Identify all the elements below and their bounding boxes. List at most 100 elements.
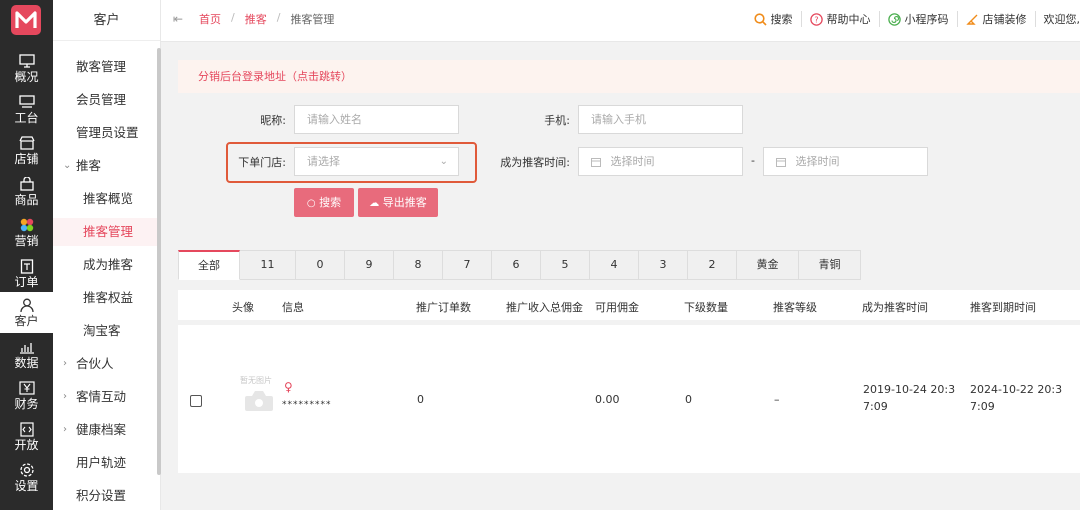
rail-item-finance[interactable]: 财务 — [0, 375, 53, 416]
sidebar-item-tuike-overview[interactable]: 推客概览 — [53, 185, 157, 213]
store-select[interactable]: 请选择 ⌄ — [294, 147, 459, 176]
rail-label: 工台 — [14, 111, 39, 125]
avatar: 暂无图片 — [238, 375, 282, 415]
sub-sidebar: 客户 散客管理 会员管理 管理员设置 ⌄ 推客 推客概览 推客管理 成为推客 推… — [53, 0, 161, 510]
chevron-right-icon: › — [63, 391, 67, 402]
tab-level[interactable]: 6 — [492, 250, 541, 280]
image-placeholder-icon — [245, 391, 273, 411]
sidebar-group-partner[interactable]: › 合伙人 — [53, 350, 157, 378]
rail-item-shop[interactable]: 店铺 — [0, 130, 53, 171]
rail-item-orders[interactable]: 订单 — [0, 253, 53, 294]
sidebar-group-tuike[interactable]: ⌄ 推客 — [53, 152, 157, 180]
tab-level[interactable]: 11 — [240, 250, 296, 280]
gender-female-icon: ♀ — [284, 380, 293, 394]
rail-item-goods[interactable]: 商品 — [0, 171, 53, 212]
sidebar-item-points[interactable]: 积分设置 — [53, 482, 157, 510]
calendar-icon — [591, 158, 601, 167]
tab-level[interactable]: 3 — [639, 250, 688, 280]
search-icon: ○ — [306, 198, 316, 209]
nickname-input[interactable]: 请输入姓名 — [294, 105, 459, 134]
chevron-right-icon: › — [63, 358, 67, 369]
sidebar-item-tuike-rights[interactable]: 推客权益 — [53, 284, 157, 312]
column-header: 信息 — [282, 301, 304, 314]
column-header: 头像 — [232, 301, 254, 314]
rail-item-workbench[interactable]: 工台 — [0, 89, 53, 130]
bag-icon — [18, 176, 36, 192]
tuike-name[interactable]: ********* — [282, 397, 332, 414]
join-time-line: 7:09 — [863, 400, 888, 413]
row-checkbox[interactable] — [190, 395, 202, 407]
breadcrumb: 首页 / 推客 / 推客管理 — [199, 11, 334, 27]
yen-icon — [18, 380, 36, 396]
rail-label: 店铺 — [14, 152, 39, 166]
column-header: 推广收入总佣金 — [506, 301, 583, 314]
store-label: 下单门店: — [238, 156, 286, 169]
sidebar-item-admin-settings[interactable]: 管理员设置 — [53, 119, 157, 147]
tab-bronze[interactable]: 青铜 — [799, 250, 861, 280]
flower-icon — [18, 217, 36, 233]
header-miniapp-button[interactable]: 小程序码 — [880, 11, 958, 27]
calendar-icon — [776, 158, 786, 167]
rail-item-marketing[interactable]: 营销 — [0, 212, 53, 253]
search-button[interactable]: ○ 搜索 — [294, 188, 354, 217]
tab-level[interactable]: 4 — [590, 250, 639, 280]
tab-level[interactable]: 7 — [443, 250, 492, 280]
table-header: 头像 信息 推广订单数 推广收入总佣金 可用佣金 下级数量 推客等级 成为推客时… — [178, 290, 1080, 320]
header-search-button[interactable]: 搜索 — [746, 11, 802, 27]
header-decorate-label: 店铺装修 — [982, 13, 1027, 26]
tab-level[interactable]: 9 — [345, 250, 394, 280]
sidebar-item-user-track[interactable]: 用户轨迹 — [53, 449, 157, 477]
header-help-button[interactable]: ? 帮助中心 — [802, 11, 880, 27]
phone-input[interactable]: 请输入手机 — [578, 105, 743, 134]
sidebar-item-taobaoke[interactable]: 淘宝客 — [53, 317, 157, 345]
rail-item-customers[interactable]: 客户 — [0, 292, 53, 333]
cloud-download-icon: ☁ — [369, 198, 380, 209]
collapse-menu-icon[interactable]: ⇤ — [173, 12, 183, 26]
join-time-label: 成为推客时间: — [500, 156, 570, 169]
time-range-separator: - — [751, 154, 755, 167]
sidebar-item-become-tuike[interactable]: 成为推客 — [53, 251, 157, 279]
phone-label: 手机: — [544, 114, 570, 127]
nickname-label: 昵称: — [260, 114, 286, 127]
tab-level[interactable]: 2 — [688, 250, 737, 280]
breadcrumb-home[interactable]: 首页 — [199, 11, 221, 27]
rail-item-data[interactable]: 数据 — [0, 334, 53, 375]
tab-level[interactable]: 5 — [541, 250, 590, 280]
rail-label: 开放 — [14, 438, 39, 452]
sidebar-item-tuike-manage[interactable]: 推客管理 — [53, 218, 157, 246]
order-icon — [18, 258, 36, 274]
sidebar-item-huiyuan[interactable]: 会员管理 — [53, 86, 157, 114]
join-time-start[interactable]: 选择时间 — [578, 147, 743, 176]
sidebar-group-interaction[interactable]: › 客情互动 — [53, 383, 157, 411]
sidebar-group-health[interactable]: › 健康档案 — [53, 416, 157, 444]
table-row[interactable]: 暂无图片 ♀ ********* 0 0.00 0 – 2019-10-24 2… — [178, 325, 1080, 473]
rail-label: 营销 — [14, 234, 39, 248]
tab-level[interactable]: 8 — [394, 250, 443, 280]
header-decorate-button[interactable]: 店铺装修 — [958, 11, 1036, 27]
join-time: 2019-10-24 20:3 7:09 — [863, 381, 955, 415]
top-header: ⇤ 首页 / 推客 / 推客管理 搜索 ? 帮助中心 小程序码 店铺装修 欢迎您… — [161, 0, 1080, 42]
distribution-login-link[interactable]: 分销后台登录地址（点击跳转） — [178, 60, 1080, 93]
svg-text:?: ? — [814, 15, 818, 24]
brand-logo-icon[interactable] — [10, 4, 42, 36]
export-tuike-button[interactable]: ☁ 导出推客 — [358, 188, 438, 217]
breadcrumb-parent[interactable]: 推客 — [245, 11, 267, 27]
export-button-label: 导出推客 — [382, 196, 427, 209]
tab-gold[interactable]: 黄金 — [737, 250, 799, 280]
rail-item-settings[interactable]: 设置 — [0, 457, 53, 498]
rail-item-open[interactable]: 开放 — [0, 416, 53, 457]
rail-item-overview[interactable]: 概况 — [0, 48, 53, 89]
user-icon — [18, 297, 36, 313]
rail-label: 订单 — [14, 275, 39, 289]
join-time-end[interactable]: 选择时间 — [763, 147, 928, 176]
join-time-end-placeholder: 选择时间 — [795, 155, 840, 168]
sidebar-group-label: 客情互动 — [76, 389, 127, 404]
tab-level[interactable]: 0 — [296, 250, 345, 280]
sidebar-scrollbar[interactable] — [157, 48, 161, 475]
sidebar-item-sanke[interactable]: 散客管理 — [53, 53, 157, 81]
header-welcome[interactable]: 欢迎您, — [1036, 11, 1080, 27]
column-header: 推客到期时间 — [970, 301, 1036, 314]
sidebar-group-label: 推客 — [76, 158, 102, 173]
help-icon: ? — [809, 12, 823, 26]
tab-all[interactable]: 全部 — [178, 250, 240, 280]
